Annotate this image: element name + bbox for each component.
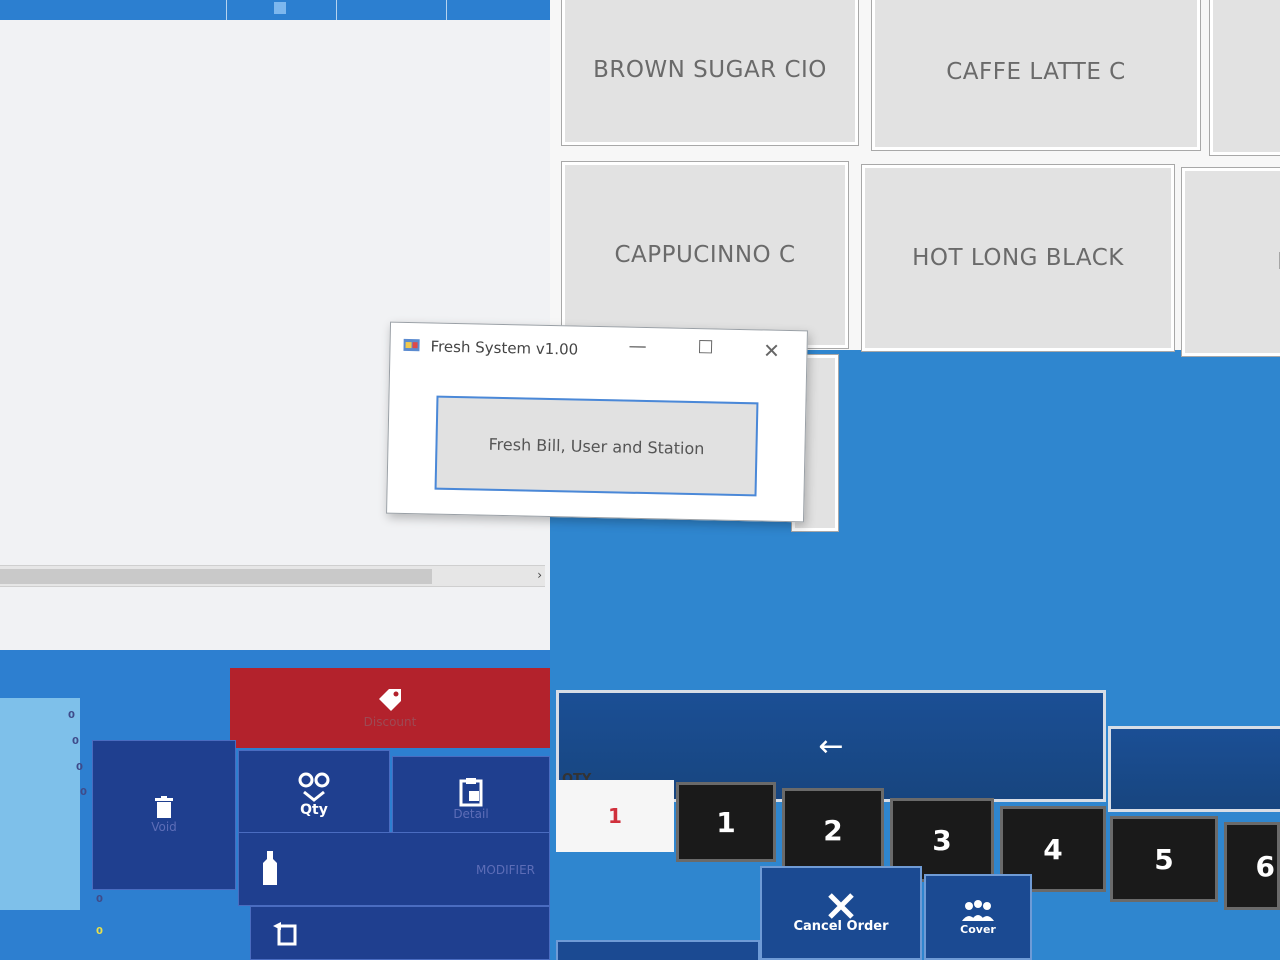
panel-bottom-left bbox=[0, 910, 90, 960]
back-arrow-icon: ← bbox=[818, 728, 844, 764]
key-label: 3 bbox=[932, 823, 952, 857]
product-label: CAPPUCINNO C bbox=[614, 242, 796, 268]
people-qty-icon bbox=[298, 772, 330, 802]
key-label: 1 bbox=[716, 805, 736, 839]
discount-button[interactable]: Discount bbox=[230, 668, 550, 748]
discount-tag-icon bbox=[379, 689, 401, 711]
modifier-label: MODIFIER bbox=[476, 863, 535, 877]
total-value: 0 bbox=[76, 762, 83, 773]
total-value: 0 bbox=[72, 736, 79, 747]
total-value: 0 bbox=[68, 710, 75, 721]
bottle-icon bbox=[263, 851, 277, 885]
product-button-cappucinno[interactable]: CAPPUCINNO C bbox=[561, 161, 849, 349]
product-label: CAFFE LATTE C bbox=[946, 59, 1126, 85]
fresh-bill-user-station-button[interactable]: Fresh Bill, User and Station bbox=[434, 395, 759, 497]
scrollbar-thumb[interactable] bbox=[0, 569, 432, 584]
maximize-icon[interactable]: ☐ bbox=[690, 337, 720, 359]
numpad-key-6[interactable]: 6 bbox=[1224, 822, 1280, 910]
dialog-titlebar[interactable]: Fresh System v1.00 — ☐ ✕ bbox=[390, 323, 807, 378]
trash-icon bbox=[155, 796, 173, 818]
key-label: 2 bbox=[823, 813, 843, 847]
product-button-partial-h[interactable]: H bbox=[1181, 167, 1280, 357]
product-button-brown-sugar[interactable]: BROWN SUGAR CIO bbox=[561, 0, 859, 146]
transfer-button[interactable] bbox=[250, 906, 550, 960]
order-horizontal-scrollbar[interactable]: › bbox=[0, 565, 545, 587]
void-label: Void bbox=[151, 820, 177, 834]
product-label: HOT LONG BLACK bbox=[912, 245, 1124, 271]
order-header-bar bbox=[0, 0, 550, 20]
modifier-button[interactable]: MODIFIER bbox=[238, 832, 550, 906]
cancel-order-button[interactable]: Cancel Order bbox=[760, 866, 922, 960]
cover-label: Cover bbox=[960, 922, 996, 936]
total-value: 0 bbox=[96, 894, 103, 905]
x-icon bbox=[828, 892, 854, 919]
numpad-key-2[interactable]: 2 bbox=[782, 788, 884, 872]
detail-label: Detail bbox=[453, 807, 489, 821]
key-label: 5 bbox=[1154, 842, 1174, 876]
fresh-system-dialog: Fresh System v1.00 — ☐ ✕ Fresh Bill, Use… bbox=[386, 321, 808, 523]
product-button-caffe-latte[interactable]: CAFFE LATTE C bbox=[871, 0, 1201, 151]
product-label: BROWN SUGAR CIO bbox=[593, 56, 827, 83]
key-label: 6 bbox=[1255, 849, 1275, 883]
close-icon[interactable]: ✕ bbox=[756, 338, 786, 363]
header-icon bbox=[274, 2, 286, 14]
clear-button[interactable] bbox=[1108, 726, 1280, 812]
numpad-key-5[interactable]: 5 bbox=[1110, 816, 1218, 902]
total-value: 0 bbox=[80, 787, 87, 798]
fresh-button-label: Fresh Bill, User and Station bbox=[488, 434, 705, 458]
key-label: 4 bbox=[1043, 832, 1063, 866]
totals-header bbox=[0, 650, 80, 698]
transfer-icon bbox=[273, 922, 297, 946]
qty-value: 1 bbox=[608, 804, 622, 828]
app-window-icon bbox=[403, 338, 420, 352]
qty-label: Qty bbox=[300, 802, 328, 818]
bottom-strip-button[interactable] bbox=[556, 940, 760, 960]
discount-label: Discount bbox=[363, 715, 417, 729]
bottom-function-panel: 0 0 0 0 0 0 0 Discount Void Qty Detail M… bbox=[0, 650, 550, 960]
scroll-right-icon[interactable]: › bbox=[537, 568, 542, 582]
qty-button[interactable]: Qty bbox=[238, 750, 390, 838]
cover-button[interactable]: Cover bbox=[924, 874, 1032, 960]
product-button-hot-long-black[interactable]: HOT LONG BLACK bbox=[861, 164, 1175, 352]
detail-button[interactable]: Detail bbox=[392, 756, 550, 842]
void-button[interactable]: Void bbox=[92, 740, 236, 890]
total-value: 0 bbox=[96, 926, 103, 937]
totals-column bbox=[0, 698, 80, 910]
cancel-order-label: Cancel Order bbox=[793, 918, 889, 934]
clipboard-icon bbox=[459, 778, 483, 807]
dialog-title: Fresh System v1.00 bbox=[430, 337, 579, 359]
minimize-icon[interactable]: — bbox=[622, 336, 652, 358]
qty-display[interactable]: 1 bbox=[556, 780, 674, 852]
product-button-partial-top[interactable] bbox=[1209, 0, 1280, 156]
numpad-key-1[interactable]: 1 bbox=[676, 782, 776, 862]
group-icon bbox=[962, 899, 994, 921]
